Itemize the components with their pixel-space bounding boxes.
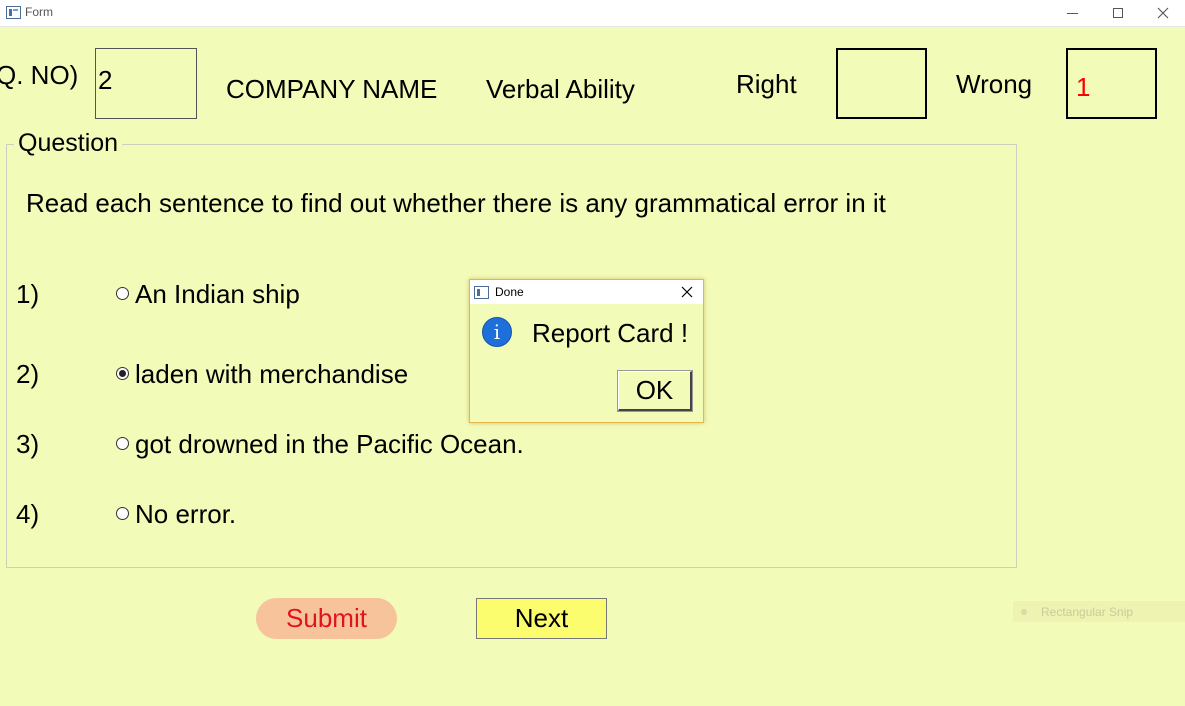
minimize-button[interactable] <box>1049 0 1095 26</box>
option-2-radio[interactable] <box>116 367 129 380</box>
category-label: Verbal Ability <box>486 74 635 104</box>
option-3-number: 3) <box>16 429 40 459</box>
info-icon: i <box>482 317 512 347</box>
ok-button[interactable]: OK <box>617 370 693 412</box>
option-2-text[interactable]: laden with merchandise <box>135 359 408 390</box>
option-3-radio[interactable] <box>116 437 129 450</box>
right-count-field[interactable] <box>836 48 927 119</box>
question-text: Read each sentence to find out whether t… <box>26 188 886 218</box>
maximize-button[interactable] <box>1095 0 1141 26</box>
dialog-title-bar: Done <box>470 280 703 304</box>
snip-icon <box>1021 608 1027 615</box>
title-bar: Form <box>0 0 1185 27</box>
dialog-message: Report Card ! <box>532 318 689 348</box>
snip-overlay: Rectangular Snip <box>1013 601 1185 622</box>
form-app-icon <box>6 6 21 19</box>
wrong-count-field[interactable]: 1 <box>1066 48 1157 119</box>
option-1-text[interactable]: An Indian ship <box>135 279 300 310</box>
done-dialog: Done i Report Card ! OK <box>469 279 704 423</box>
option-4-text[interactable]: No error. <box>135 499 236 530</box>
close-icon <box>1157 7 1169 19</box>
window-title: Form <box>25 5 53 19</box>
question-number-label: Q. NO) <box>0 60 79 90</box>
dialog-close-button[interactable] <box>675 282 699 302</box>
right-label: Right <box>736 69 797 99</box>
wrong-label: Wrong <box>956 69 1033 99</box>
option-2-number: 2) <box>16 359 40 389</box>
submit-button[interactable]: Submit <box>256 598 397 639</box>
snip-label: Rectangular Snip <box>1041 604 1134 619</box>
form-window: Form Q. NO) 2 COMPANY NAME Verbal Abilit… <box>0 0 1185 706</box>
close-icon <box>681 286 693 298</box>
option-4-number: 4) <box>16 499 40 529</box>
minimize-icon <box>1066 12 1078 14</box>
option-4-radio[interactable] <box>116 507 129 520</box>
close-button[interactable] <box>1140 0 1185 26</box>
question-group-title: Question <box>14 129 123 158</box>
option-1-number: 1) <box>16 279 40 309</box>
maximize-icon <box>1113 8 1123 18</box>
dialog-app-icon <box>474 286 489 299</box>
option-1-radio[interactable] <box>116 287 129 300</box>
next-button[interactable]: Next <box>476 598 607 639</box>
option-3-text[interactable]: got drowned in the Pacific Ocean. <box>135 429 524 460</box>
question-number-field[interactable]: 2 <box>95 48 197 119</box>
dialog-title: Done <box>495 285 524 299</box>
company-name-label: COMPANY NAME <box>226 74 438 104</box>
